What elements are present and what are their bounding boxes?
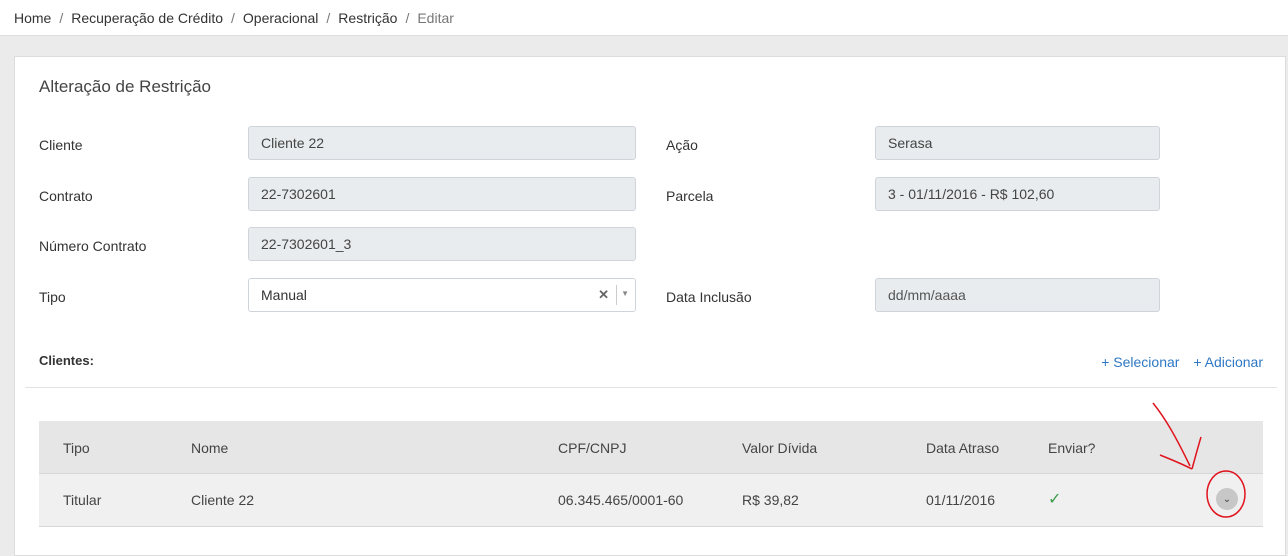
tipo-select[interactable]: Manual ✕ ▼ (248, 278, 636, 312)
header-nome: Nome (191, 440, 229, 456)
header-tipo: Tipo (63, 440, 90, 456)
acao-label: Ação (666, 137, 698, 153)
section-divider (25, 387, 1277, 388)
clientes-actions: + Selecionar + Adicionar (1091, 354, 1263, 370)
breadcrumb-separator: / (231, 9, 235, 26)
breadcrumb: Home / Recuperação de Crédito / Operacio… (0, 0, 1288, 36)
contrato-label: Contrato (39, 188, 93, 204)
selecionar-button[interactable]: + Selecionar (1101, 354, 1179, 370)
tipo-label: Tipo (39, 289, 66, 305)
breadcrumb-operacional[interactable]: Operacional (243, 10, 319, 26)
parcela-field[interactable]: 3 - 01/11/2016 - R$ 102,60 (875, 177, 1160, 211)
cell-data-atraso: 01/11/2016 (926, 492, 996, 508)
breadcrumb-home[interactable]: Home (14, 10, 51, 26)
header-cpf-cnpj: CPF/CNPJ (558, 440, 627, 456)
page-title: Alteração de Restrição (39, 77, 211, 96)
cell-cpf-cnpj: 06.345.465/0001-60 (558, 492, 684, 508)
cliente-label: Cliente (39, 137, 83, 153)
header-enviar: Enviar? (1048, 440, 1096, 456)
header-data-atraso: Data Atraso (926, 440, 1000, 456)
tipo-select-value: Manual (261, 287, 307, 303)
cell-nome: Cliente 22 (191, 492, 255, 508)
chevron-down-icon[interactable]: ▼ (621, 289, 629, 298)
adicionar-button[interactable]: + Adicionar (1193, 354, 1263, 370)
parcela-label: Parcela (666, 188, 714, 204)
header-valor-divida: Valor Dívida (742, 440, 818, 456)
select-divider (616, 285, 617, 305)
breadcrumb-restricao[interactable]: Restrição (338, 10, 397, 26)
data-inclusao-field[interactable]: dd/mm/aaaa (875, 278, 1160, 312)
numero-contrato-field[interactable]: 22-7302601_3 (248, 227, 636, 261)
table-row[interactable]: Titular Cliente 22 06.345.465/0001-60 R$… (39, 473, 1263, 527)
check-icon: ✓ (1048, 491, 1062, 508)
breadcrumb-current: Editar (417, 9, 454, 26)
cliente-field[interactable]: Cliente 22 (248, 126, 636, 160)
table-header: Tipo Nome CPF/CNPJ Valor Dívida Data Atr… (39, 421, 1263, 473)
contrato-field[interactable]: 22-7302601 (248, 177, 636, 211)
breadcrumb-separator: / (326, 9, 331, 26)
numero-contrato-label: Número Contrato (39, 238, 147, 254)
breadcrumb-separator: / (59, 9, 64, 26)
data-inclusao-label: Data Inclusão (666, 289, 752, 305)
restriction-panel: Alteração de Restrição Cliente Cliente 2… (14, 56, 1286, 556)
clear-icon[interactable]: ✕ (598, 287, 609, 303)
clientes-section-title: Clientes: (39, 353, 94, 368)
acao-field[interactable]: Serasa (875, 126, 1160, 160)
cell-valor-divida: R$ 39,82 (742, 492, 799, 508)
clientes-table: Tipo Nome CPF/CNPJ Valor Dívida Data Atr… (39, 421, 1263, 527)
breadcrumb-recuperacao-credito[interactable]: Recuperação de Crédito (71, 10, 223, 26)
expand-icon[interactable]: ⌄ (1216, 488, 1238, 510)
cell-tipo: Titular (63, 492, 102, 508)
breadcrumb-separator: / (405, 9, 410, 26)
